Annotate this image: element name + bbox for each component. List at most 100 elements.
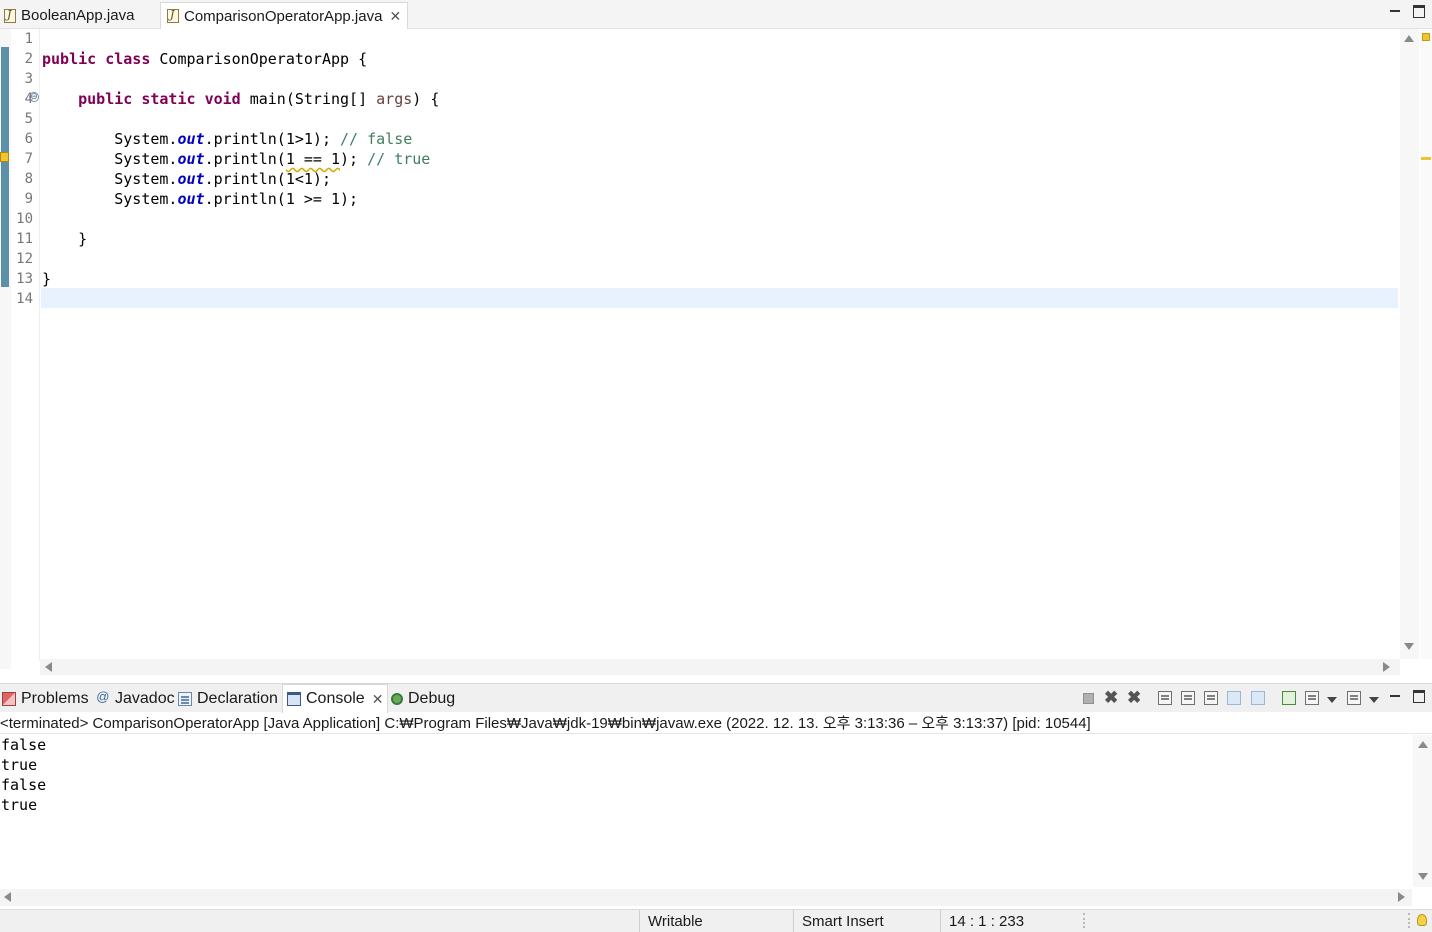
line-number: 1	[24, 31, 33, 47]
output-line: false	[1, 736, 47, 754]
warning-summary-icon[interactable]	[1422, 33, 1430, 41]
tab-label: ComparisonOperatorApp.java	[184, 7, 383, 25]
scroll-down-icon[interactable]	[1418, 873, 1428, 880]
tab-label: Declaration	[197, 689, 278, 707]
code-text[interactable]: public class ComparisonOperatorApp { pub…	[42, 29, 439, 309]
scroll-lock-icon[interactable]	[1181, 691, 1195, 705]
collapse-icon[interactable]: ⊖	[29, 92, 39, 102]
keyword: void	[204, 90, 241, 108]
minimize-icon[interactable]	[1388, 3, 1402, 17]
minimize-icon[interactable]	[1388, 688, 1402, 702]
overview-ruler[interactable]	[1420, 29, 1432, 659]
console-icon	[287, 692, 301, 706]
keyword: class	[105, 50, 151, 68]
code-fragment: .println(	[204, 150, 286, 168]
console-launch-description: <terminated> ComparisonOperatorApp [Java…	[0, 713, 1432, 734]
warning-mark[interactable]	[1421, 157, 1431, 160]
tab-comparison-operator-app[interactable]: ComparisonOperatorApp.java ✕	[160, 2, 409, 29]
line-numbers: 1 2 3 4 5 6 7 8 9 10 11 12 13 14	[11, 29, 33, 309]
scroll-up-icon[interactable]	[1404, 35, 1414, 42]
status-insert-mode[interactable]: Smart Insert	[793, 910, 940, 932]
tab-boolean-app[interactable]: BooleanApp.java	[2, 2, 142, 29]
static-field: out	[177, 190, 205, 208]
open-console-icon[interactable]	[1347, 691, 1361, 705]
tab-declaration[interactable]: Declaration	[178, 684, 284, 713]
line-number: 5	[24, 111, 33, 127]
editor-horizontal-scrollbar[interactable]	[40, 659, 1400, 675]
code-line: System.out.println(1 == 1); // true	[42, 149, 439, 169]
clear-console-icon[interactable]	[1158, 691, 1172, 705]
terminate-icon[interactable]	[1083, 693, 1094, 704]
static-field: out	[177, 130, 205, 148]
tab-label: Problems	[21, 689, 89, 707]
code-fragment: ) {	[412, 90, 440, 108]
code-line: public static void main(String[] args) {	[42, 89, 439, 109]
console-output[interactable]: false true false true	[0, 735, 1412, 887]
show-on-stdout-icon[interactable]	[1227, 691, 1241, 705]
code-fragment: );	[340, 150, 368, 168]
remove-launch-icon[interactable]: ✖	[1104, 689, 1118, 706]
scroll-left-icon[interactable]	[4, 892, 11, 902]
chevron-down-icon[interactable]	[1369, 697, 1379, 703]
class-declaration: ComparisonOperatorApp {	[150, 50, 368, 68]
editor-vertical-scrollbar[interactable]	[1400, 29, 1419, 659]
scroll-up-icon[interactable]	[1418, 741, 1428, 748]
console-vertical-scrollbar[interactable]	[1413, 735, 1432, 887]
scroll-right-icon[interactable]	[1398, 892, 1405, 902]
warning-expression[interactable]: 1 == 1	[286, 150, 340, 168]
static-field: out	[177, 150, 205, 168]
output-line: true	[1, 756, 38, 774]
tab-debug[interactable]: Debug	[391, 684, 461, 713]
scroll-left-icon[interactable]	[45, 662, 52, 672]
scroll-down-icon[interactable]	[1404, 643, 1414, 650]
editor-tab-bar: BooleanApp.java ComparisonOperatorApp.ja…	[0, 0, 1432, 29]
status-writable: Writable	[639, 910, 793, 932]
chevron-down-icon[interactable]	[1327, 697, 1337, 703]
output-line: false	[1, 776, 47, 794]
output-line: true	[1, 796, 38, 814]
tab-label: Debug	[408, 689, 456, 707]
code-line: }	[42, 230, 88, 248]
java-file-icon	[4, 8, 16, 23]
word-wrap-icon[interactable]	[1204, 691, 1218, 705]
tab-problems[interactable]: Problems	[2, 684, 95, 713]
code-line: }	[42, 270, 52, 288]
tab-label: BooleanApp.java	[21, 7, 135, 24]
maximize-icon[interactable]	[1411, 3, 1425, 18]
scroll-right-icon[interactable]	[1383, 662, 1390, 672]
line-number: 9	[24, 191, 33, 207]
tip-lightbulb-icon[interactable]	[1417, 914, 1427, 926]
close-icon[interactable]: ✕	[372, 691, 384, 708]
maximize-icon[interactable]	[1411, 688, 1425, 703]
line-number: 12	[16, 251, 33, 267]
line-number: 2	[24, 51, 33, 67]
tab-console[interactable]: Console ✕	[282, 684, 389, 713]
code-editor[interactable]: 1 2 3 4 5 6 7 8 9 10 11 12 13 14 ⊖ publi…	[0, 29, 1432, 678]
keyword: static	[141, 90, 196, 108]
show-on-stderr-icon[interactable]	[1251, 691, 1265, 705]
status-bar: Writable Smart Insert 14 : 1 : 233	[0, 909, 1432, 932]
quick-diff-bar	[1, 47, 9, 287]
method-signature: main(String[]	[240, 90, 377, 108]
tab-javadoc[interactable]: Javadoc	[96, 684, 181, 713]
keyword: public	[42, 50, 97, 68]
warning-icon[interactable]	[0, 152, 9, 162]
comment: // true	[367, 150, 431, 168]
pin-console-icon[interactable]	[1282, 691, 1296, 705]
code-fragment: System.	[42, 190, 178, 208]
status-separator	[1408, 913, 1410, 928]
line-number: 13	[16, 271, 33, 287]
remove-all-terminated-icon[interactable]: ✖	[1127, 689, 1141, 706]
status-cursor-position[interactable]: 14 : 1 : 233	[940, 910, 1080, 932]
console-horizontal-scrollbar[interactable]	[0, 889, 1412, 906]
debug-icon	[391, 692, 403, 705]
display-console-icon[interactable]	[1305, 691, 1319, 705]
code-fragment: .println(1<1);	[204, 170, 331, 188]
javadoc-icon	[96, 689, 110, 706]
close-icon[interactable]: ✕	[389, 8, 401, 25]
java-file-icon	[167, 8, 179, 23]
